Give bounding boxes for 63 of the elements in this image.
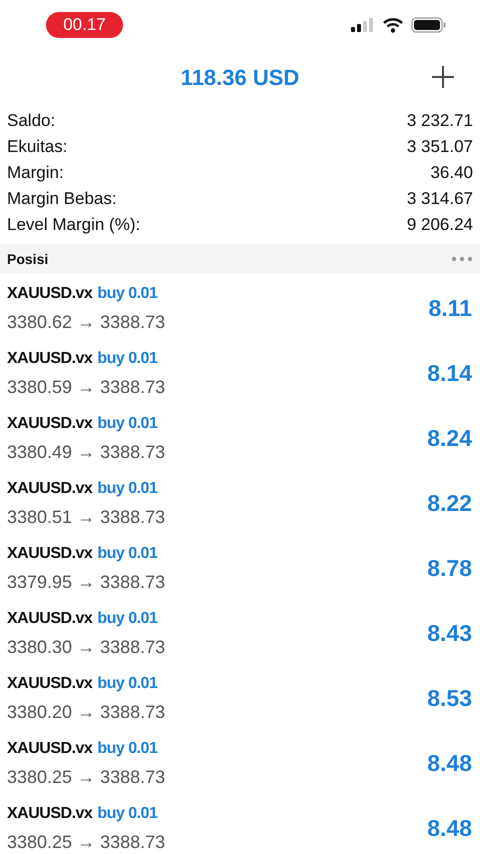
position-row[interactable]: XAUUSD.vx buy 0.01 3380.20 → 3388.73 8.53 (0, 664, 480, 729)
position-row[interactable]: XAUUSD.vx buy 0.01 3380.59 → 3388.73 8.14 (0, 339, 480, 404)
position-prices: 3380.20 → 3388.73 (7, 700, 166, 724)
position-symbol: XAUUSD.vx (7, 608, 92, 628)
position-profit: 8.11 (428, 294, 472, 324)
position-profit: 8.53 (427, 684, 472, 714)
position-symbol: XAUUSD.vx (7, 544, 92, 564)
position-symbol: XAUUSD.vx (7, 804, 92, 824)
position-order: buy 0.01 (97, 348, 158, 368)
position-prices: 3380.62 → 3388.73 (7, 310, 166, 334)
position-prices: 3380.59 → 3388.73 (7, 376, 166, 398)
position-row[interactable]: XAUUSD.vx buy 0.01 3379.95 → 3388.73 8.78 (0, 534, 480, 599)
position-prices: 3380.30 → 3388.73 (7, 636, 166, 658)
summary-value: 9 206.24 (406, 214, 473, 236)
balance-title: 118.36 USD (180, 64, 300, 92)
position-profit: 8.22 (427, 489, 472, 518)
position-order: buy 0.01 (97, 544, 158, 564)
summary-value: 36.40 (430, 162, 473, 184)
summary-value: 3 232.71 (406, 110, 473, 132)
position-order: buy 0.01 (97, 478, 158, 498)
more-icon[interactable] (451, 256, 473, 262)
position-symbol: XAUUSD.vx (7, 738, 92, 758)
position-symbol: XAUUSD.vx (7, 284, 92, 304)
position-order: buy 0.01 (97, 414, 158, 434)
position-order: buy 0.01 (97, 674, 158, 694)
section-title: Posisi (7, 250, 48, 268)
position-profit: 8.24 (427, 424, 472, 454)
position-symbol: XAUUSD.vx (7, 348, 92, 368)
position-prices: 3380.25 → 3388.73 (7, 830, 166, 854)
battery-icon (411, 17, 446, 33)
position-profit: 8.43 (427, 619, 472, 648)
summary-label: Level Margin (%): (7, 214, 140, 236)
position-symbol: XAUUSD.vx (7, 478, 92, 498)
summary-label: Saldo: (7, 110, 56, 132)
position-prices: 3380.51 → 3388.73 (7, 506, 166, 528)
position-row[interactable]: XAUUSD.vx buy 0.01 3380.30 → 3388.73 8.43 (0, 599, 480, 664)
time-badge: 00.17 (46, 12, 123, 38)
position-symbol: XAUUSD.vx (7, 414, 92, 434)
position-row[interactable]: XAUUSD.vx buy 0.01 3380.49 → 3388.73 8.24 (0, 404, 480, 469)
position-profit: 8.78 (427, 554, 472, 584)
position-symbol: XAUUSD.vx (7, 674, 92, 694)
position-row[interactable]: XAUUSD.vx buy 0.01 3380.62 → 3388.73 8.11 (0, 274, 480, 339)
position-prices: 3379.95 → 3388.73 (7, 570, 166, 594)
position-order: buy 0.01 (97, 804, 158, 824)
summary-label: Margin: (7, 162, 64, 184)
position-order: buy 0.01 (97, 738, 158, 758)
position-row[interactable]: XAUUSD.vx buy 0.01 3380.25 → 3388.73 8.48 (0, 794, 480, 854)
position-row[interactable]: XAUUSD.vx buy 0.01 3380.25 → 3388.73 8.48 (0, 729, 480, 794)
position-order: buy 0.01 (97, 284, 158, 304)
position-profit: 8.14 (427, 359, 472, 388)
position-prices: 3380.25 → 3388.73 (7, 766, 166, 788)
summary-value: 3 314.67 (406, 188, 473, 210)
summary-label: Margin Bebas: (7, 188, 117, 210)
position-profit: 8.48 (427, 814, 472, 844)
position-order: buy 0.01 (97, 608, 158, 628)
plus-icon (431, 65, 455, 89)
summary-label: Ekuitas: (7, 136, 68, 158)
position-row[interactable]: XAUUSD.vx buy 0.01 3380.51 → 3388.73 8.22 (0, 469, 480, 534)
signal-icon (351, 18, 375, 32)
wifi-icon (383, 18, 403, 32)
summary-value: 3 351.07 (406, 136, 473, 158)
position-profit: 8.48 (427, 749, 472, 778)
position-prices: 3380.49 → 3388.73 (7, 440, 166, 464)
